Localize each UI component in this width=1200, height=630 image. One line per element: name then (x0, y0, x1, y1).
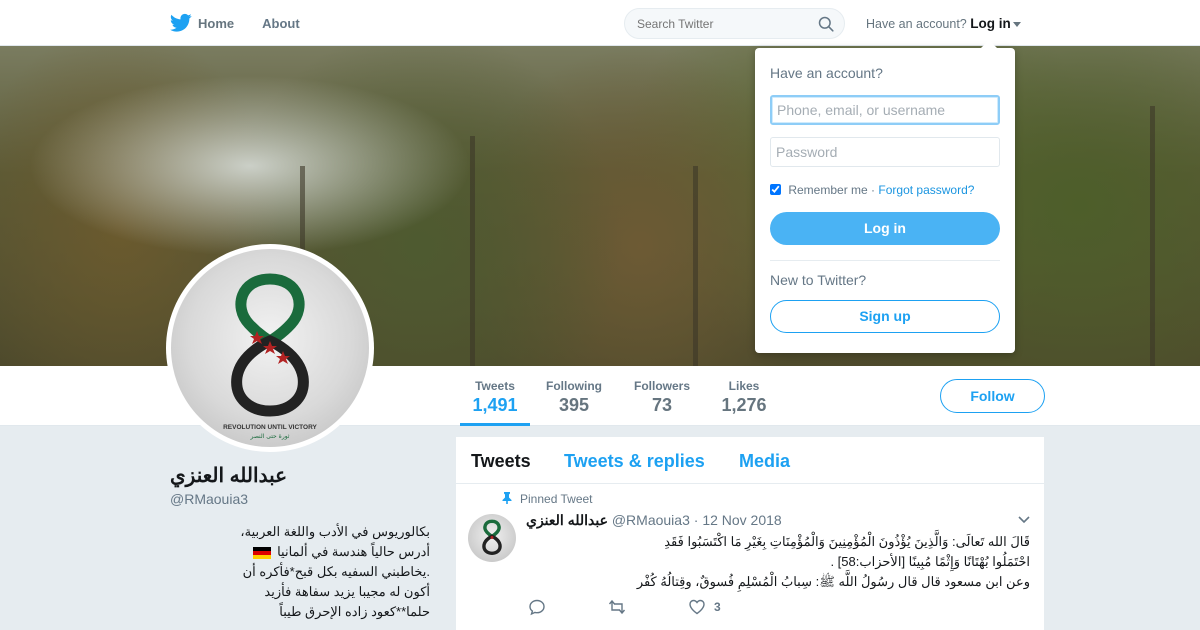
stat-tweets[interactable]: Tweets 1,491 (460, 366, 530, 426)
tweet-line: احْتَمَلُوا بُهْتَانًا وَإِثْمًا مُبِينً… (830, 554, 1030, 569)
tweet-author-handle[interactable]: @RMaouia3 (612, 512, 690, 528)
nav-about-link[interactable]: About (262, 16, 300, 31)
revolution-logo: REVOLUTION UNTIL VICTORY ثورة حتى النصر (223, 273, 318, 440)
like-button[interactable]: 3 (688, 598, 721, 616)
remember-me-label[interactable]: Remember me (788, 183, 867, 197)
retweet-icon (608, 599, 626, 615)
have-account-text: Have an account? (866, 17, 967, 31)
tweet-actions: 3 (526, 598, 786, 618)
pinned-label-row: Pinned Tweet (502, 492, 593, 506)
stat-value: 73 (651, 395, 673, 415)
have-account-area: Have an account? Log in (866, 16, 1021, 31)
search-input[interactable] (637, 17, 812, 31)
chevron-down-icon[interactable] (1017, 515, 1031, 525)
pin-icon (502, 492, 512, 504)
tweet-author-name[interactable]: عبدالله العنزي (526, 512, 608, 528)
tab-media[interactable]: Media (739, 451, 790, 472)
bio-line: أكون له مجيبا يزيد سفاهة فأزيد (264, 584, 430, 599)
stat-followers[interactable]: Followers 73 (628, 366, 696, 426)
avatar-caption: REVOLUTION UNTIL VICTORY (223, 424, 317, 431)
tab-tweets-replies[interactable]: Tweets & replies (564, 451, 705, 472)
avatar-image: REVOLUTION UNTIL VICTORY ثورة حتى النصر (171, 249, 369, 447)
profile-bio: بكالوريوس في الأدب واللغة العربية، أدرس … (170, 522, 430, 622)
bio-line-with-flag: أدرس حالياً هندسة في ألمانيا (170, 542, 430, 562)
follow-button[interactable]: Follow (940, 379, 1045, 413)
revolution-logo-small (482, 519, 502, 555)
profile-avatar[interactable]: REVOLUTION UNTIL VICTORY ثورة حتى النصر (166, 244, 374, 452)
search-icon[interactable] (818, 16, 834, 32)
stat-value: 1,276 (721, 395, 767, 415)
retweet-button[interactable] (608, 598, 626, 616)
login-dropdown-toggle[interactable]: Log in (970, 16, 1011, 31)
top-navigation-bar: Home About Have an account? Log in (0, 0, 1200, 46)
login-dropdown: Have an account? Remember me · Forgot pa… (755, 40, 1015, 353)
username-input[interactable] (770, 95, 1000, 125)
tweet-avatar[interactable] (468, 514, 516, 562)
profile-handle[interactable]: @RMaouia3 (170, 491, 248, 507)
tweet-header: عبدالله العنزي @RMaouia3 · 12 Nov 2018 (526, 512, 782, 529)
reply-icon (529, 599, 545, 616)
search-box[interactable] (624, 8, 845, 39)
dropdown-divider (770, 260, 1000, 261)
timeline-tabs: Tweets Tweets & replies Media (456, 437, 1044, 484)
avatar-caption-ar: ثورة حتى النصر (250, 433, 290, 440)
tweet-line: وعن ابن مسعود قال قال رسُولُ اللَّه ﷺ: س… (636, 574, 1030, 589)
tweet-separator: · (693, 512, 699, 528)
germany-flag-icon (253, 546, 272, 559)
stat-label: Likes (728, 379, 760, 393)
stat-following[interactable]: Following 395 (540, 366, 608, 426)
new-to-twitter-text: New to Twitter? (770, 272, 867, 288)
password-input[interactable] (770, 137, 1000, 167)
bio-line: أدرس حالياً هندسة في ألمانيا (277, 544, 430, 559)
stat-label: Following (546, 379, 602, 393)
twitter-bird-icon[interactable] (170, 13, 192, 33)
remember-me-checkbox[interactable] (770, 184, 781, 195)
stat-value: 395 (558, 395, 590, 415)
heart-icon (689, 599, 705, 615)
tree-trunk (1150, 106, 1155, 366)
pinned-tweet[interactable]: Pinned Tweet عبدالله العنزي @RMaouia3 · … (456, 485, 1044, 630)
forgot-password-link[interactable]: Forgot password? (878, 183, 974, 197)
remember-row: Remember me · Forgot password? (770, 183, 974, 197)
login-button[interactable]: Log in (770, 212, 1000, 245)
tweet-date[interactable]: 12 Nov 2018 (702, 512, 781, 528)
tweet-text: قَالَ الله تَعالَى: وَالَّذِينَ يُؤْذُون… (526, 532, 1030, 592)
bio-line: حلما**كعود زاده الإحرق طيباً (279, 604, 430, 619)
dropdown-title: Have an account? (770, 65, 883, 81)
stat-label: Tweets (475, 379, 515, 393)
profile-name[interactable]: عبدالله العنزي (170, 463, 287, 488)
reply-button[interactable] (528, 598, 546, 616)
stat-value: 1,491 (472, 395, 518, 415)
tree-trunk (693, 166, 698, 366)
bio-line: .يخاطبني السفيه بكل قبح*فأكره أن (242, 564, 430, 579)
pinned-label: Pinned Tweet (520, 492, 593, 506)
like-count: 3 (714, 600, 721, 614)
tab-tweets[interactable]: Tweets (471, 451, 531, 472)
stat-label: Followers (633, 379, 690, 393)
bio-line: بكالوريوس في الأدب واللغة العربية، (240, 524, 430, 539)
stat-likes[interactable]: Likes 1,276 (714, 366, 774, 426)
signup-button[interactable]: Sign up (770, 300, 1000, 333)
nav-left: Home About (170, 0, 328, 46)
tree-trunk (470, 136, 475, 366)
timeline: Tweets Tweets & replies Media Pinned Twe… (456, 437, 1044, 630)
tweet-line: قَالَ الله تَعالَى: وَالَّذِينَ يُؤْذُون… (664, 534, 1030, 549)
remember-separator: · (871, 183, 876, 197)
caret-down-icon[interactable] (1012, 22, 1021, 28)
nav-home-link[interactable]: Home (198, 16, 234, 31)
